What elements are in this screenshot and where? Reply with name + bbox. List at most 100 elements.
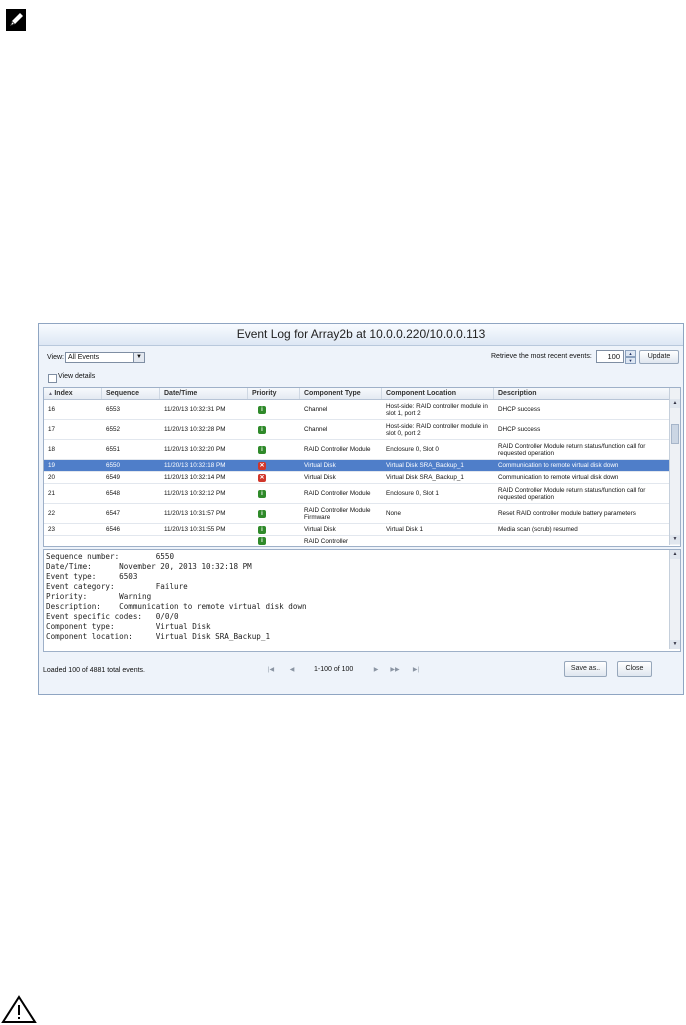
info-priority-icon: i <box>258 446 266 454</box>
cell-datetime: 11/20/13 10:31:57 PM <box>164 510 226 517</box>
view-filter-value: All Events <box>68 354 100 361</box>
cell-description: Media scan (scrub) resumed <box>498 526 578 533</box>
cell-description: DHCP success <box>498 426 541 433</box>
info-priority-icon: i <box>258 537 266 545</box>
table-row[interactable]: 21 6548 11/20/13 10:32:12 PM i RAID Controll… <box>44 484 670 504</box>
cell-sequence: 6553 <box>106 406 121 413</box>
scroll-thumb[interactable] <box>671 424 679 444</box>
table-row[interactable]: 17 6552 11/20/13 10:32:28 PM i Channel Host-s… <box>44 420 670 440</box>
info-priority-icon: i <box>258 510 266 518</box>
cell-index: 17 <box>48 426 56 433</box>
cell-index: 22 <box>48 510 56 517</box>
info-priority-icon: i <box>258 426 266 434</box>
cell-index: 16 <box>48 406 56 413</box>
last-page-icon[interactable]: ▶| <box>410 664 422 676</box>
details-vertical-scrollbar[interactable]: ▲ ▼ <box>669 550 680 649</box>
view-label: View: <box>47 354 64 361</box>
event-table: ▲ Index Sequence Date/Time Priority Comp… <box>43 387 681 547</box>
window-title: Event Log for Array2b at 10.0.0.220/10.0… <box>39 324 683 346</box>
event-count-input[interactable]: 100 <box>596 350 624 363</box>
cell-component-type: RAID Controller Module <box>304 446 371 453</box>
cell-description: RAID Controller Module return status/fun… <box>498 487 646 501</box>
note-pencil-icon <box>6 9 26 31</box>
scroll-up-icon[interactable]: ▲ <box>670 399 680 408</box>
column-header-datetime[interactable]: Date/Time <box>160 388 248 399</box>
cell-datetime: 11/20/13 10:32:14 PM <box>164 474 226 481</box>
table-row[interactable]: 22 6547 11/20/13 10:31:57 PM i RAID Controll… <box>44 504 670 524</box>
spinner-up-icon[interactable]: ▲ <box>625 350 636 357</box>
cell-index: 23 <box>48 526 56 533</box>
cell-component-type: Channel <box>304 426 328 433</box>
cell-description: Communication to remote virtual disk dow… <box>498 462 619 469</box>
column-header-priority[interactable]: Priority <box>248 388 300 399</box>
cell-component-location: Host-side: RAID controller module in slo… <box>386 403 488 417</box>
cell-sequence: 6552 <box>106 426 121 433</box>
details-scroll-up-icon[interactable]: ▲ <box>670 550 680 559</box>
scroll-down-icon[interactable]: ▼ <box>670 535 680 544</box>
table-vertical-scrollbar[interactable]: ▲ ▼ <box>669 388 680 545</box>
detail-line: Component type: Virtual Disk <box>46 622 211 631</box>
view-filter-select[interactable]: All Events ▼ <box>65 352 145 363</box>
error-priority-icon: ✕ <box>258 474 266 482</box>
cell-component-type: Virtual Disk <box>304 474 336 481</box>
detail-line: Event specific codes: 0/0/0 <box>46 612 179 621</box>
first-page-icon[interactable]: |◀ <box>265 664 277 676</box>
column-header-description[interactable]: Description <box>494 388 670 399</box>
cell-component-location: Virtual Disk 1 <box>386 526 423 533</box>
cell-datetime: 11/20/13 10:32:20 PM <box>164 446 226 453</box>
view-details-checkbox[interactable] <box>48 374 57 383</box>
table-row[interactable]: 23 6546 11/20/13 10:31:55 PM i Virtual Disk V… <box>44 524 670 536</box>
cell-component-type: RAID Controller <box>304 538 349 545</box>
close-button[interactable]: Close <box>617 661 652 677</box>
detail-line: Component location: Virtual Disk SRA_Bac… <box>46 632 271 641</box>
event-count-spinner[interactable]: ▲ ▼ <box>625 350 636 364</box>
prev-page-icon[interactable]: ◀ <box>286 664 298 676</box>
table-header: ▲ Index Sequence Date/Time Priority Comp… <box>44 388 670 400</box>
column-header-index[interactable]: ▲ Index <box>44 388 102 399</box>
detail-line: Sequence number: 6550 <box>46 552 175 561</box>
update-button[interactable]: Update <box>639 350 679 364</box>
cell-sequence: 6549 <box>106 474 121 481</box>
fast-forward-icon[interactable]: ▶▶ <box>389 664 401 676</box>
save-as-button[interactable]: Save as.. <box>564 661 607 677</box>
table-row[interactable]: 16 6553 11/20/13 10:32:31 PM i Channel Host-s… <box>44 400 670 420</box>
cell-component-location: Virtual Disk SRA_Backup_1 <box>386 462 464 469</box>
view-details-label: View details <box>58 373 96 380</box>
table-row[interactable]: 20 6549 11/20/13 10:32:14 PM ✕ Virtual Disk V… <box>44 472 670 484</box>
chevron-down-icon[interactable]: ▼ <box>133 353 144 362</box>
cell-sequence: 6546 <box>106 526 121 533</box>
status-text: Loaded 100 of 4881 total events. <box>43 667 145 674</box>
spinner-down-icon[interactable]: ▼ <box>625 357 636 364</box>
cell-index: 20 <box>48 474 56 481</box>
info-priority-icon: i <box>258 406 266 414</box>
next-page-icon[interactable]: ▶ <box>370 664 382 676</box>
column-header-component-location[interactable]: Component Location <box>382 388 494 399</box>
column-header-sequence[interactable]: Sequence <box>102 388 160 399</box>
cell-datetime: 11/20/13 10:32:18 PM <box>164 462 226 469</box>
table-row[interactable]: 18 6551 11/20/13 10:32:20 PM i RAID Controll… <box>44 440 670 460</box>
cell-sequence: 6548 <box>106 490 121 497</box>
cell-description: RAID Controller Module return status/fun… <box>498 443 646 457</box>
table-row[interactable]: 19 6550 11/20/13 10:32:18 PM ✕ Virtual Disk V… <box>44 460 670 472</box>
cell-index: 21 <box>48 490 56 497</box>
cell-component-type: RAID Controller Module <box>304 490 371 497</box>
cell-index: 19 <box>48 462 56 469</box>
info-priority-icon: i <box>258 490 266 498</box>
cell-component-location: None <box>386 510 402 517</box>
event-log-window: Event Log for Array2b at 10.0.0.220/10.0… <box>38 323 684 695</box>
cell-datetime: 11/20/13 10:32:12 PM <box>164 490 226 497</box>
cell-index: 18 <box>48 446 56 453</box>
cell-component-type: Virtual Disk <box>304 526 336 533</box>
cell-description: Reset RAID controller module battery par… <box>498 510 636 517</box>
cell-component-type: RAID Controller Module Firmware <box>304 507 371 521</box>
info-priority-icon: i <box>258 526 266 534</box>
column-header-component-type[interactable]: Component Type <box>300 388 382 399</box>
table-row[interactable]: i RAID Controller <box>44 536 670 546</box>
cell-datetime: 11/20/13 10:32:28 PM <box>164 426 226 433</box>
cell-component-location: Enclosure 0, Slot 1 <box>386 490 439 497</box>
cell-component-type: Channel <box>304 406 328 413</box>
cell-component-location: Host-side: RAID controller module in slo… <box>386 423 488 437</box>
cell-description: Communication to remote virtual disk dow… <box>498 474 619 481</box>
error-priority-icon: ✕ <box>258 462 266 470</box>
details-scroll-down-icon[interactable]: ▼ <box>670 640 680 649</box>
